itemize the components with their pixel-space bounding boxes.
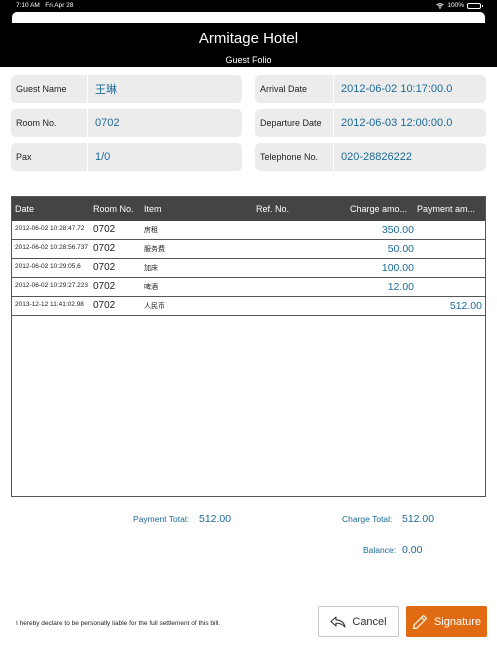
hotel-title: Armitage Hotel: [198, 30, 299, 47]
charge-total-label: Charge Total:: [342, 514, 393, 524]
col-room-no: Room No.: [93, 204, 134, 214]
row-date: 2012-06-02 10:29:05.6: [15, 263, 81, 270]
departure-date-value: 2012-06-03 12:00:00.0: [341, 117, 453, 129]
folio-panel: Guest Name 王琳 Room No. 0702 Pax 1/0 Arri…: [0, 67, 497, 663]
col-item: Item: [144, 204, 162, 214]
row-charge: 12.00: [387, 281, 414, 293]
folio-table: Date Room No. Item Ref. No. Charge amo..…: [11, 196, 486, 497]
row-item: 人民币: [144, 303, 165, 310]
status-time: 7:10 AM Fri Apr 28: [16, 2, 74, 9]
room-no-field: Room No. 0702: [11, 109, 242, 137]
top-strip: [12, 12, 485, 23]
balance-value: 0.00: [402, 544, 423, 556]
signature-button[interactable]: Signature: [406, 606, 487, 637]
row-room: 0702: [93, 281, 116, 292]
payment-total-label: Payment Total:: [133, 514, 190, 524]
row-charge: 100.00: [381, 262, 414, 274]
table-row[interactable]: 2012-06-02 10:29:27.223 0702 啤酒 12.00: [12, 278, 485, 297]
pencil-icon: [412, 614, 428, 629]
table-row[interactable]: 2012-06-02 10:28:47.72 0702 房租 350.00: [12, 221, 485, 240]
battery-percent: 100%: [447, 2, 464, 9]
table-row[interactable]: 2012-06-02 10:28:56.737 0702 服务费 50.00: [12, 240, 485, 259]
arrival-date-field: Arrival Date 2012-06-02 10:17:00.0: [255, 75, 486, 103]
telephone-value: 020-28826222: [341, 151, 412, 163]
col-date: Date: [15, 204, 35, 214]
room-no-label: Room No.: [11, 109, 88, 137]
row-charge: 350.00: [381, 224, 414, 236]
arrival-date-value: 2012-06-02 10:17:00.0: [341, 83, 453, 95]
room-no-value: 0702: [95, 117, 120, 129]
row-room: 0702: [93, 300, 116, 311]
row-date: 2012-06-02 10:28:56.737: [15, 244, 89, 251]
cancel-button[interactable]: Cancel: [318, 606, 399, 637]
row-payment: 512.00: [449, 300, 482, 312]
row-room: 0702: [93, 262, 116, 273]
cancel-button-label: Cancel: [352, 615, 387, 628]
row-item: 服务费: [144, 246, 165, 253]
col-payment-amount: Payment am...: [417, 204, 476, 214]
pax-field: Pax 1/0: [11, 143, 242, 171]
payment-total-value: 512.00: [199, 513, 232, 525]
wifi-icon: [436, 2, 445, 9]
telephone-field: Telephone No. 020-28826222: [255, 143, 486, 171]
folio-subtitle: Guest Folio: [225, 55, 272, 65]
guest-name-label: Guest Name: [11, 75, 88, 103]
col-ref-no: Ref. No.: [256, 204, 290, 214]
table-row[interactable]: 2012-06-02 10:29:05.6 0702 加床 100.00: [12, 259, 485, 278]
row-date: 2012-06-02 10:29:27.223: [15, 282, 89, 289]
guest-name-field: Guest Name 王琳: [11, 75, 242, 103]
row-date: 2013-12-12 11:41:02.98: [15, 301, 84, 308]
row-charge: 50.00: [387, 243, 414, 255]
balance-label: Balance:: [363, 545, 397, 555]
status-bar: 7:10 AM Fri Apr 28 100%: [0, 0, 497, 12]
battery-icon: [467, 2, 483, 9]
row-item: 啤酒: [144, 284, 158, 291]
guest-name-value: 王琳: [95, 84, 117, 96]
table-row[interactable]: 2013-12-12 11:41:02.98 0702 人民币 512.00: [12, 297, 485, 316]
departure-date-label: Departure Date: [255, 109, 334, 137]
row-room: 0702: [93, 243, 116, 254]
table-header: Date Room No. Item Ref. No. Charge amo..…: [12, 197, 485, 221]
pax-value: 1/0: [95, 151, 111, 163]
arrival-date-label: Arrival Date: [255, 75, 334, 103]
status-right: 100%: [436, 2, 483, 9]
row-room: 0702: [93, 224, 116, 235]
row-item: 房租: [144, 227, 158, 234]
telephone-label: Telephone No.: [255, 143, 334, 171]
col-charge-amount: Charge amo...: [350, 204, 408, 214]
liability-declaration: I hereby declare to be personally liable…: [16, 620, 221, 627]
row-date: 2012-06-02 10:28:47.72: [15, 225, 85, 232]
pax-label: Pax: [11, 143, 88, 171]
charge-total-value: 512.00: [402, 513, 435, 525]
departure-date-field: Departure Date 2012-06-03 12:00:00.0: [255, 109, 486, 137]
signature-button-label: Signature: [433, 615, 482, 628]
undo-arrow-icon: [330, 615, 346, 628]
row-item: 加床: [144, 265, 158, 272]
